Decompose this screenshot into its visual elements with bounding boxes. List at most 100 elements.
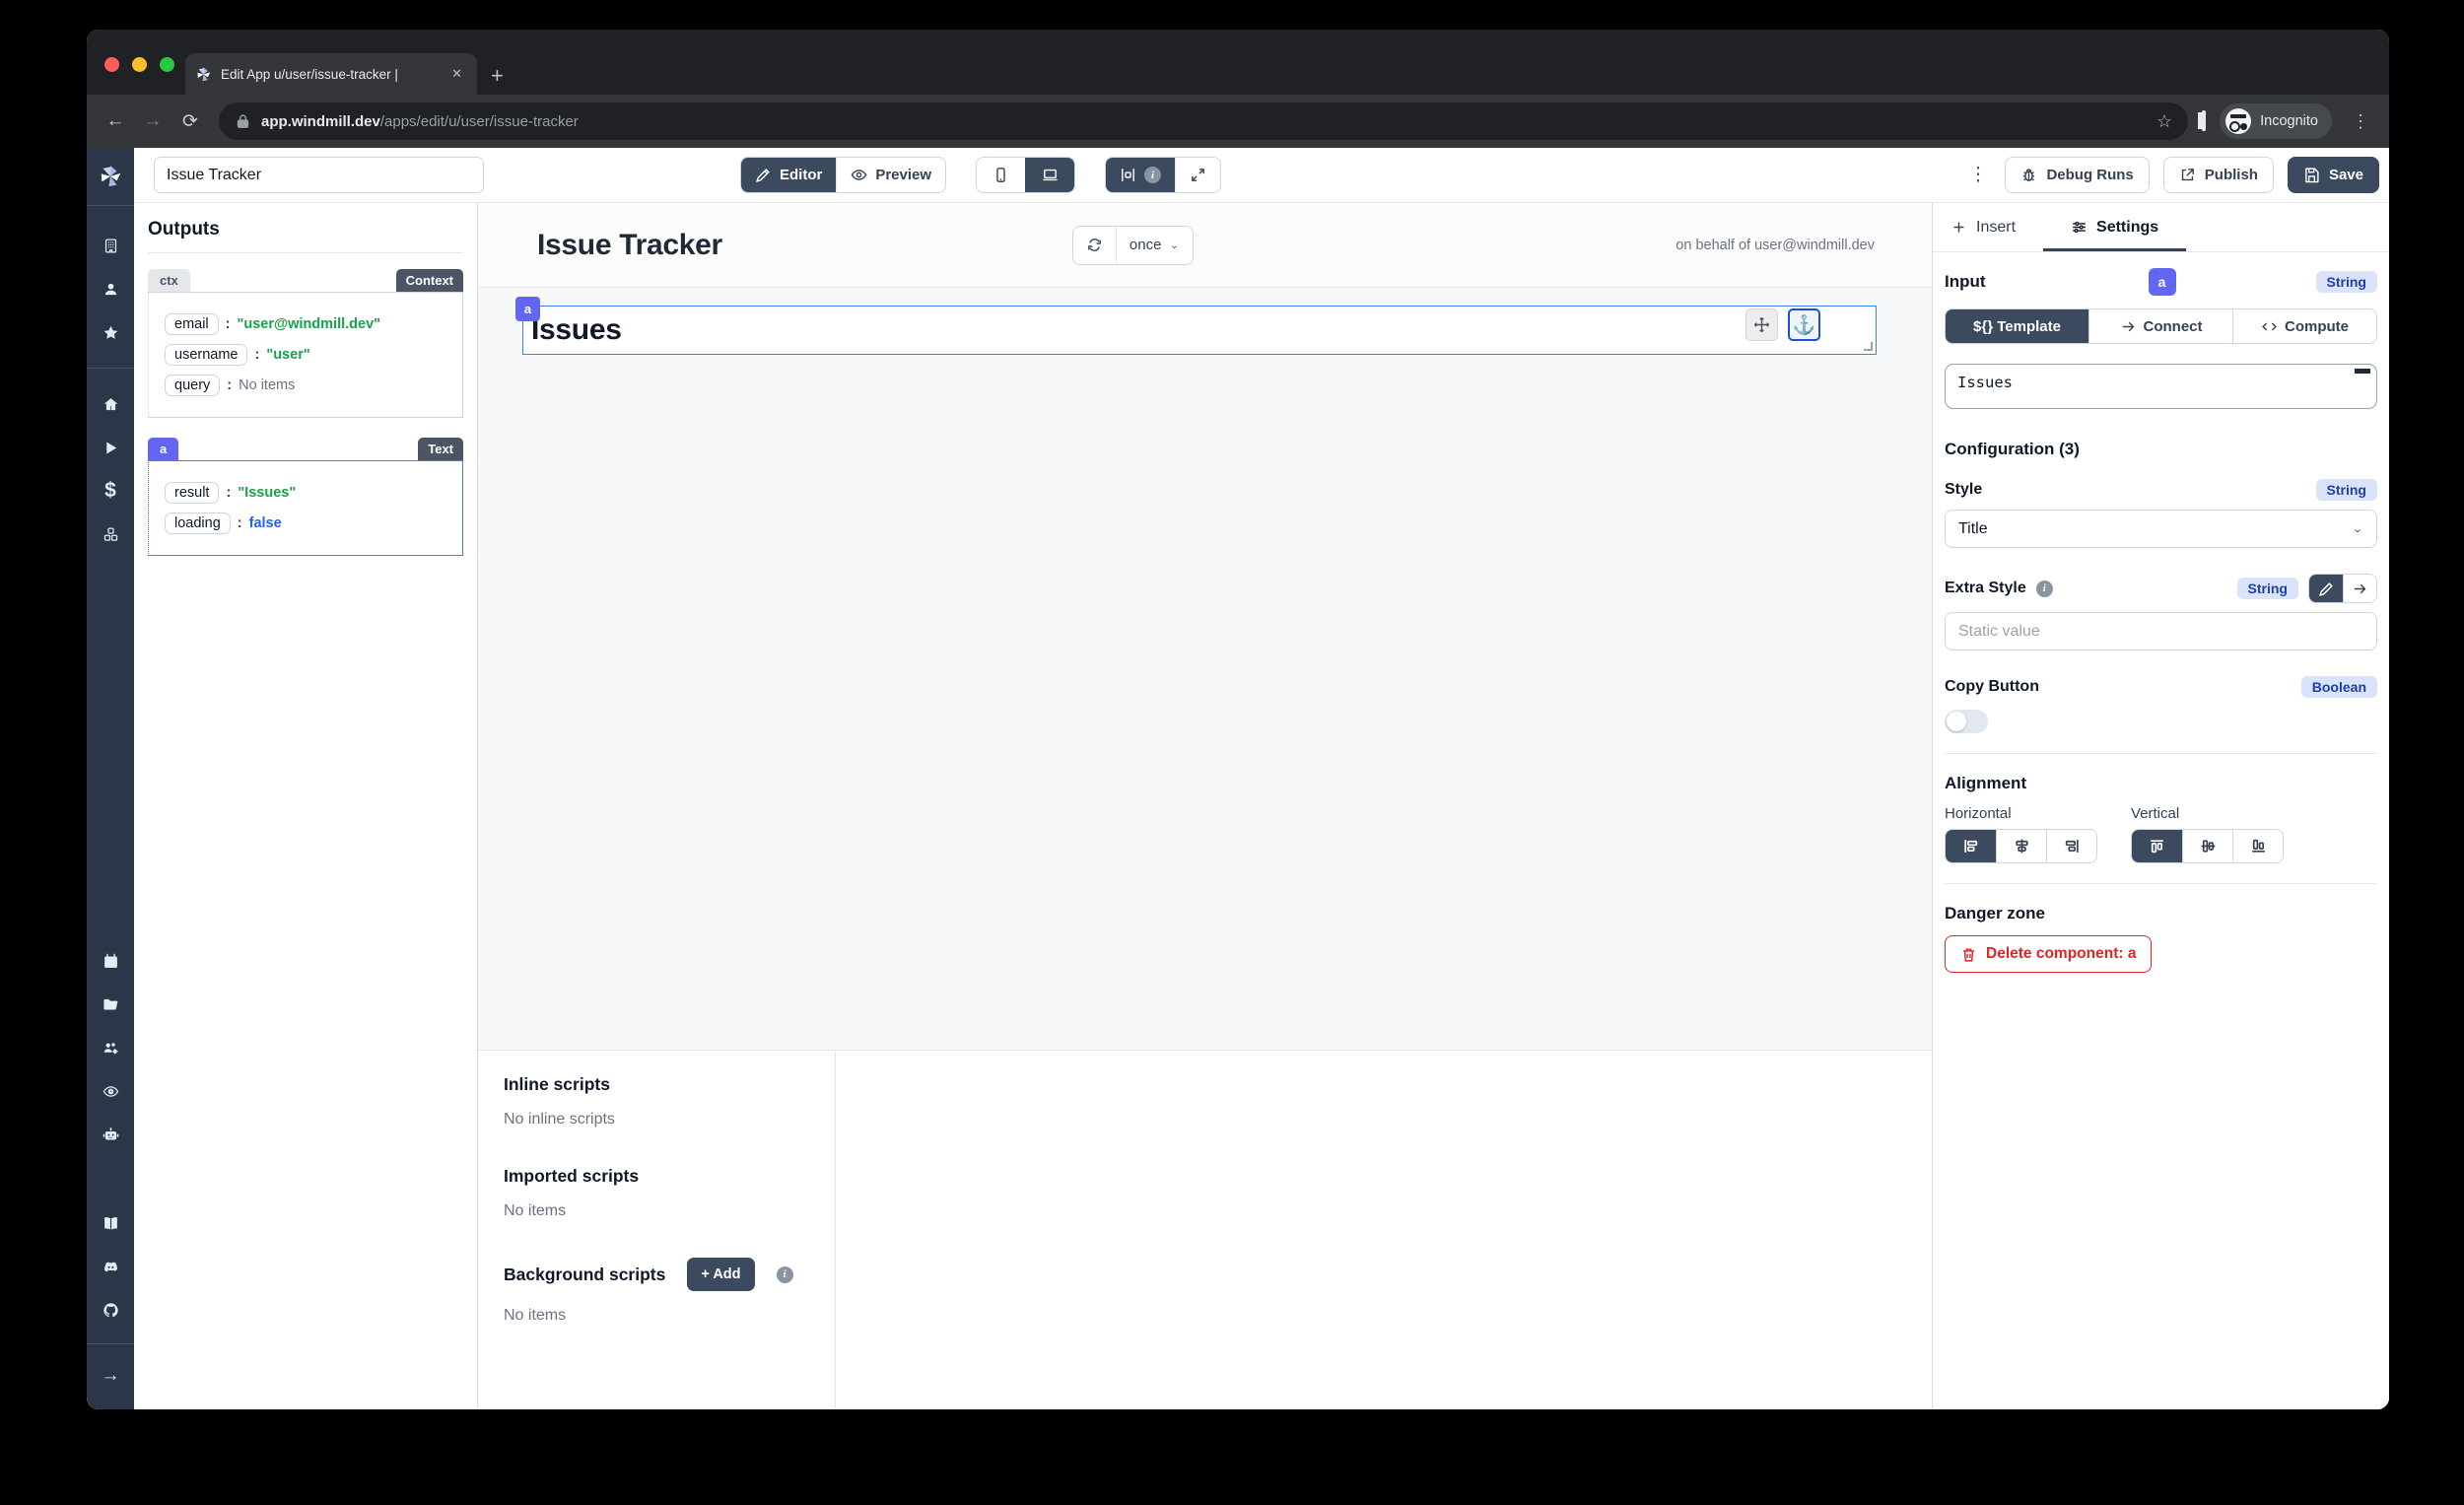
canvas-grid[interactable]: a Issues ⚓ <box>478 288 1932 1050</box>
template-input[interactable]: Issues <box>1945 364 2377 409</box>
close-window-button[interactable] <box>104 57 119 72</box>
groups-users-icon[interactable] <box>87 1026 134 1069</box>
delete-component-button[interactable]: Delete component: a <box>1945 935 2152 973</box>
component-handles: ⚓ <box>1745 308 1820 341</box>
schedules-calendar-icon[interactable] <box>87 939 134 983</box>
home-icon[interactable] <box>87 382 134 426</box>
output-key[interactable]: loading <box>165 513 231 534</box>
a-node-tab[interactable]: a <box>148 438 178 460</box>
resize-handle[interactable] <box>1864 342 1873 351</box>
ctx-node-tab[interactable]: ctx <box>148 269 190 292</box>
bookmark-star-icon[interactable]: ☆ <box>2156 111 2172 132</box>
plus-icon <box>1951 219 1967 236</box>
external-link-icon <box>2179 167 2196 183</box>
resources-cubes-icon[interactable] <box>87 513 134 556</box>
back-button[interactable]: ← <box>101 110 130 132</box>
output-row[interactable]: username: "user" <box>165 344 452 366</box>
align-v-center-button[interactable] <box>2182 830 2232 862</box>
align-v-top-button[interactable] <box>2132 830 2182 862</box>
debug-runs-button[interactable]: Debug Runs <box>2005 157 2149 193</box>
docs-book-icon[interactable] <box>87 1201 134 1245</box>
inline-scripts-title: Inline scripts <box>504 1074 809 1095</box>
reload-button[interactable]: ⟳ <box>175 110 205 133</box>
tab-close-icon[interactable]: ✕ <box>446 64 467 84</box>
discord-icon[interactable] <box>87 1245 134 1288</box>
zoom-window-button[interactable] <box>160 57 174 72</box>
new-tab-button[interactable]: + <box>491 65 504 87</box>
align-v-bottom-button[interactable] <box>2232 830 2283 862</box>
align-h-center-button[interactable] <box>1996 830 2046 862</box>
extra-style-input[interactable] <box>1945 612 2377 650</box>
output-node-ctx: ctx Context email: "user@windmill.dev" u… <box>148 269 463 418</box>
output-row[interactable]: loading: false <box>165 513 452 534</box>
background-scripts-empty: No items <box>504 1307 809 1325</box>
add-background-script-button[interactable]: + Add <box>687 1258 754 1291</box>
output-value: "user@windmill.dev" <box>238 316 381 332</box>
align-center-v-icon <box>2200 838 2217 855</box>
copy-button-toggle[interactable] <box>1945 710 1988 733</box>
windmill-logo[interactable] <box>87 148 134 205</box>
editor-tab-button[interactable]: Editor <box>741 158 836 192</box>
mode-compute-button[interactable]: Compute <box>2232 309 2376 343</box>
align-h-right-button[interactable] <box>2046 830 2096 862</box>
minimize-window-button[interactable] <box>132 57 147 72</box>
rail-divider <box>87 368 134 369</box>
user-icon[interactable] <box>87 267 134 310</box>
output-key[interactable]: result <box>165 482 219 504</box>
eye-icon <box>851 167 867 183</box>
more-menu-icon[interactable]: ⋮ <box>1964 164 1991 186</box>
outline-toggle-button[interactable]: i <box>1106 158 1175 192</box>
tab-settings[interactable]: Settings <box>2065 203 2164 251</box>
desktop-view-button[interactable] <box>1025 158 1074 192</box>
browser-tab[interactable]: Edit App u/user/issue-tracker | ✕ <box>185 53 477 95</box>
output-key[interactable]: email <box>165 313 219 335</box>
chevron-down-icon: ⌄ <box>2352 522 2363 536</box>
side-panel-icon[interactable] <box>2202 112 2206 130</box>
refresh-policy-dropdown[interactable]: once⌄ <box>1116 227 1193 264</box>
browser-urlbar: ← → ⟳ app.windmill.dev/apps/edit/u/user/… <box>87 95 2389 148</box>
workspace-building-icon[interactable] <box>87 224 134 267</box>
vertical-label: Vertical <box>2131 805 2284 822</box>
static-edit-button[interactable] <box>2309 575 2343 602</box>
output-key[interactable]: query <box>165 375 220 396</box>
move-handle[interactable] <box>1745 308 1778 341</box>
forward-button[interactable]: → <box>138 110 168 132</box>
connect-arrow-button[interactable] <box>2343 575 2376 602</box>
style-select[interactable]: Title ⌄ <box>1945 510 2377 548</box>
save-button[interactable]: Save <box>2288 157 2379 193</box>
left-rail: $ <box>87 148 134 1409</box>
preview-tab-button[interactable]: Preview <box>836 158 945 192</box>
refresh-button[interactable] <box>1073 227 1116 264</box>
anchor-toggle[interactable]: ⚓ <box>1788 308 1820 341</box>
variables-dollar-icon[interactable]: $ <box>87 469 134 513</box>
refresh-icon <box>1086 237 1103 253</box>
publish-button[interactable]: Publish <box>2163 157 2274 193</box>
input-type-badge: String <box>2316 271 2377 293</box>
runs-play-icon[interactable] <box>87 426 134 469</box>
audit-eye-icon[interactable] <box>87 1069 134 1113</box>
incognito-badge: Incognito <box>2220 103 2332 139</box>
scripts-panel: Inline scripts No inline scripts Importe… <box>478 1050 1932 1409</box>
output-key[interactable]: username <box>165 344 247 366</box>
github-icon[interactable] <box>87 1288 134 1332</box>
align-h-left-button[interactable] <box>1946 830 1996 862</box>
collapse-arrow-icon[interactable]: → <box>87 1354 134 1398</box>
url-omnibox[interactable]: app.windmill.dev/apps/edit/u/user/issue-… <box>219 103 2188 140</box>
output-row[interactable]: email: "user@windmill.dev" <box>165 313 452 335</box>
output-row[interactable]: result: "Issues" <box>165 482 452 504</box>
windmill-app: $ <box>87 148 2389 1409</box>
favorites-star-icon[interactable] <box>87 310 134 354</box>
mobile-view-button[interactable] <box>977 158 1025 192</box>
mode-template-button[interactable]: ${} Template <box>1946 309 2088 343</box>
screenshot-stage: Edit App u/user/issue-tracker | ✕ + ← → … <box>0 0 2464 1505</box>
fullscreen-toggle-button[interactable] <box>1175 158 1220 192</box>
output-row[interactable]: query: No items <box>165 375 452 396</box>
ai-robot-icon[interactable] <box>87 1113 134 1156</box>
editor-toolbar: Editor Preview <box>134 148 2389 203</box>
tab-insert[interactable]: Insert <box>1945 203 2021 251</box>
selected-component-a[interactable]: a Issues ⚓ <box>522 306 1877 355</box>
app-name-input[interactable] <box>154 157 484 193</box>
mode-connect-button[interactable]: Connect <box>2088 309 2232 343</box>
browser-menu-icon[interactable]: ⋮ <box>2346 111 2375 132</box>
folders-icon[interactable] <box>87 983 134 1026</box>
